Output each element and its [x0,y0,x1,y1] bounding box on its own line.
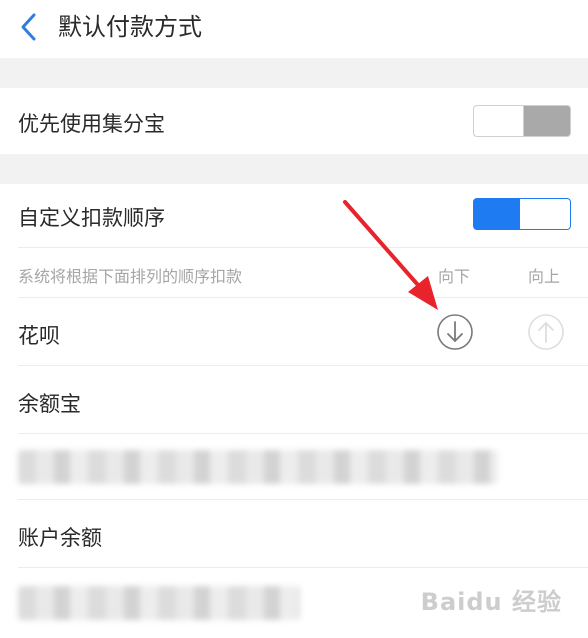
redacted-content [18,450,498,484]
custom-order-row: 自定义扣款顺序 [0,184,588,248]
prefer-jifenbao-label: 优先使用集分宝 [18,112,165,136]
baidu-watermark-logo: Baidu 经验 [420,588,562,616]
chevron-left-icon[interactable] [18,12,40,42]
move-up-column-label: 向上 [528,267,561,286]
move-down-icon[interactable] [436,313,474,351]
payment-item-label: 账户余额 [18,526,102,550]
prefer-jifenbao-toggle[interactable] [473,105,571,137]
prefer-jifenbao-row: 优先使用集分宝 [0,88,588,154]
blurred-payment-item [0,434,588,500]
move-down-column-label: 向下 [438,267,471,286]
payment-item-balance: 账户余额 [0,500,588,568]
payment-item-yuebao: 余额宝 [0,366,588,434]
toggle-knob [474,106,524,136]
payment-item-huabei: 花呗 [0,298,588,366]
payment-item-label: 花呗 [18,324,60,348]
page-title: 默认付款方式 [58,13,202,41]
order-hint-text: 系统将根据下面排列的顺序扣款 [18,267,243,286]
move-up-icon[interactable] [527,313,565,351]
custom-order-toggle[interactable] [473,198,571,230]
section-gap [0,58,588,88]
toggle-knob [520,199,570,229]
payment-item-label: 余额宝 [18,392,81,416]
header-bar: 默认付款方式 [0,0,588,58]
redacted-content [18,586,300,620]
order-hint-row: 系统将根据下面排列的顺序扣款 向下 向上 [0,248,588,298]
custom-order-label: 自定义扣款顺序 [18,206,165,230]
section-gap [0,154,588,184]
